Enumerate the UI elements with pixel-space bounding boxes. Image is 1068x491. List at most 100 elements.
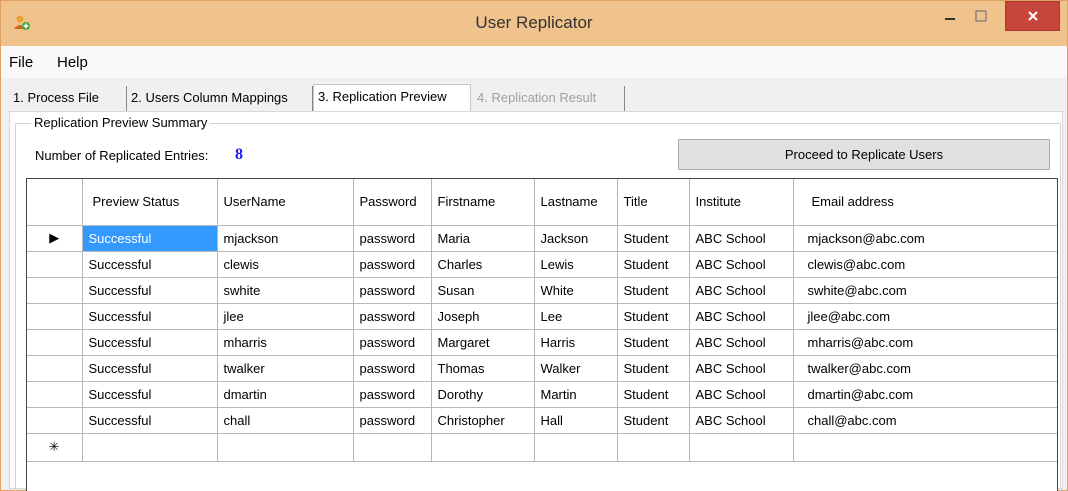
cell-firstname[interactable]: Maria xyxy=(431,225,535,252)
cell-password[interactable]: password xyxy=(353,251,432,278)
cell-lastname[interactable]: Jackson xyxy=(534,225,618,252)
cell-password[interactable]: password xyxy=(353,355,432,382)
new-cell[interactable] xyxy=(617,433,690,462)
table-row[interactable]: Successful chall password Christopher Ha… xyxy=(27,407,1057,434)
col-header-email[interactable]: Email address xyxy=(793,179,1057,226)
cell-lastname[interactable]: Walker xyxy=(534,355,618,382)
table-row[interactable]: Successful dmartin password Dorothy Mart… xyxy=(27,381,1057,408)
new-row[interactable]: ✳ xyxy=(27,433,1057,462)
cell-firstname[interactable]: Dorothy xyxy=(431,381,535,408)
cell-username[interactable]: jlee xyxy=(217,303,354,330)
menu-file[interactable]: File xyxy=(9,54,33,71)
table-row[interactable]: Successful clewis password Charles Lewis… xyxy=(27,251,1057,278)
new-cell[interactable] xyxy=(431,433,535,462)
cell-email[interactable]: swhite@abc.com xyxy=(793,277,1057,304)
title-bar[interactable]: User Replicator xyxy=(1,1,1067,46)
new-cell[interactable] xyxy=(534,433,618,462)
col-header-title[interactable]: Title xyxy=(617,179,690,226)
col-header-password[interactable]: Password xyxy=(353,179,432,226)
row-header[interactable] xyxy=(27,381,83,408)
cell-preview-status[interactable]: Successful xyxy=(82,329,218,356)
col-header-firstname[interactable]: Firstname xyxy=(431,179,535,226)
row-header[interactable] xyxy=(27,329,83,356)
row-header[interactable] xyxy=(27,355,83,382)
cell-firstname[interactable]: Joseph xyxy=(431,303,535,330)
tab-replication-preview[interactable]: 3. Replication Preview xyxy=(313,84,471,111)
cell-preview-status[interactable]: Successful xyxy=(82,407,218,434)
cell-preview-status[interactable]: Successful xyxy=(82,381,218,408)
cell-preview-status[interactable]: Successful xyxy=(82,225,218,252)
cell-preview-status[interactable]: Successful xyxy=(82,303,218,330)
new-cell[interactable] xyxy=(353,433,432,462)
new-row-indicator[interactable]: ✳ xyxy=(27,433,83,462)
cell-firstname[interactable]: Charles xyxy=(431,251,535,278)
new-cell[interactable] xyxy=(793,433,1057,462)
cell-email[interactable]: mjackson@abc.com xyxy=(793,225,1057,252)
cell-email[interactable]: chall@abc.com xyxy=(793,407,1057,434)
cell-firstname[interactable]: Christopher xyxy=(431,407,535,434)
cell-title[interactable]: Student xyxy=(617,251,690,278)
table-row[interactable]: Successful swhite password Susan White S… xyxy=(27,277,1057,304)
cell-institute[interactable]: ABC School xyxy=(689,277,794,304)
cell-username[interactable]: dmartin xyxy=(217,381,354,408)
cell-password[interactable]: password xyxy=(353,407,432,434)
close-button[interactable] xyxy=(1005,1,1060,31)
cell-institute[interactable]: ABC School xyxy=(689,355,794,382)
row-header[interactable] xyxy=(27,251,83,278)
col-header-username[interactable]: UserName xyxy=(217,179,354,226)
cell-password[interactable]: password xyxy=(353,277,432,304)
tab-process-file[interactable]: 1. Process File xyxy=(9,86,127,111)
cell-lastname[interactable]: Lee xyxy=(534,303,618,330)
cell-title[interactable]: Student xyxy=(617,225,690,252)
minimize-button[interactable] xyxy=(936,1,964,31)
new-cell[interactable] xyxy=(689,433,794,462)
cell-email[interactable]: mharris@abc.com xyxy=(793,329,1057,356)
cell-username[interactable]: twalker xyxy=(217,355,354,382)
cell-username[interactable]: clewis xyxy=(217,251,354,278)
table-row[interactable]: Successful jlee password Joseph Lee Stud… xyxy=(27,303,1057,330)
table-row[interactable]: Successful mharris password Margaret Har… xyxy=(27,329,1057,356)
tab-column-mappings[interactable]: 2. Users Column Mappings xyxy=(127,86,313,111)
cell-institute[interactable]: ABC School xyxy=(689,251,794,278)
cell-password[interactable]: password xyxy=(353,303,432,330)
cell-title[interactable]: Student xyxy=(617,355,690,382)
menu-help[interactable]: Help xyxy=(57,54,88,71)
cell-password[interactable]: password xyxy=(353,225,432,252)
row-header[interactable] xyxy=(27,303,83,330)
cell-preview-status[interactable]: Successful xyxy=(82,277,218,304)
cell-email[interactable]: dmartin@abc.com xyxy=(793,381,1057,408)
cell-username[interactable]: swhite xyxy=(217,277,354,304)
col-header-lastname[interactable]: Lastname xyxy=(534,179,618,226)
row-header[interactable] xyxy=(27,277,83,304)
cell-username[interactable]: chall xyxy=(217,407,354,434)
proceed-replicate-button[interactable]: Proceed to Replicate Users xyxy=(678,139,1050,170)
cell-title[interactable]: Student xyxy=(617,381,690,408)
col-header-preview-status[interactable]: Preview Status xyxy=(82,179,218,226)
cell-firstname[interactable]: Susan xyxy=(431,277,535,304)
cell-title[interactable]: Student xyxy=(617,303,690,330)
maximize-button[interactable] xyxy=(964,1,998,31)
table-row[interactable]: Successful twalker password Thomas Walke… xyxy=(27,355,1057,382)
cell-institute[interactable]: ABC School xyxy=(689,225,794,252)
cell-lastname[interactable]: Hall xyxy=(534,407,618,434)
cell-lastname[interactable]: White xyxy=(534,277,618,304)
cell-email[interactable]: clewis@abc.com xyxy=(793,251,1057,278)
cell-lastname[interactable]: Martin xyxy=(534,381,618,408)
cell-firstname[interactable]: Margaret xyxy=(431,329,535,356)
cell-title[interactable]: Student xyxy=(617,407,690,434)
cell-lastname[interactable]: Lewis xyxy=(534,251,618,278)
row-header[interactable] xyxy=(27,407,83,434)
cell-username[interactable]: mharris xyxy=(217,329,354,356)
col-header-institute[interactable]: Institute xyxy=(689,179,794,226)
cell-institute[interactable]: ABC School xyxy=(689,381,794,408)
cell-title[interactable]: Student xyxy=(617,329,690,356)
cell-username[interactable]: mjackson xyxy=(217,225,354,252)
table-row[interactable]: ▶ Successful mjackson password Maria Jac… xyxy=(27,225,1057,252)
cell-lastname[interactable]: Harris xyxy=(534,329,618,356)
preview-grid[interactable]: Preview Status UserName Password Firstna… xyxy=(26,178,1058,491)
cell-email[interactable]: jlee@abc.com xyxy=(793,303,1057,330)
cell-title[interactable]: Student xyxy=(617,277,690,304)
cell-firstname[interactable]: Thomas xyxy=(431,355,535,382)
cell-email[interactable]: twalker@abc.com xyxy=(793,355,1057,382)
cell-password[interactable]: password xyxy=(353,329,432,356)
